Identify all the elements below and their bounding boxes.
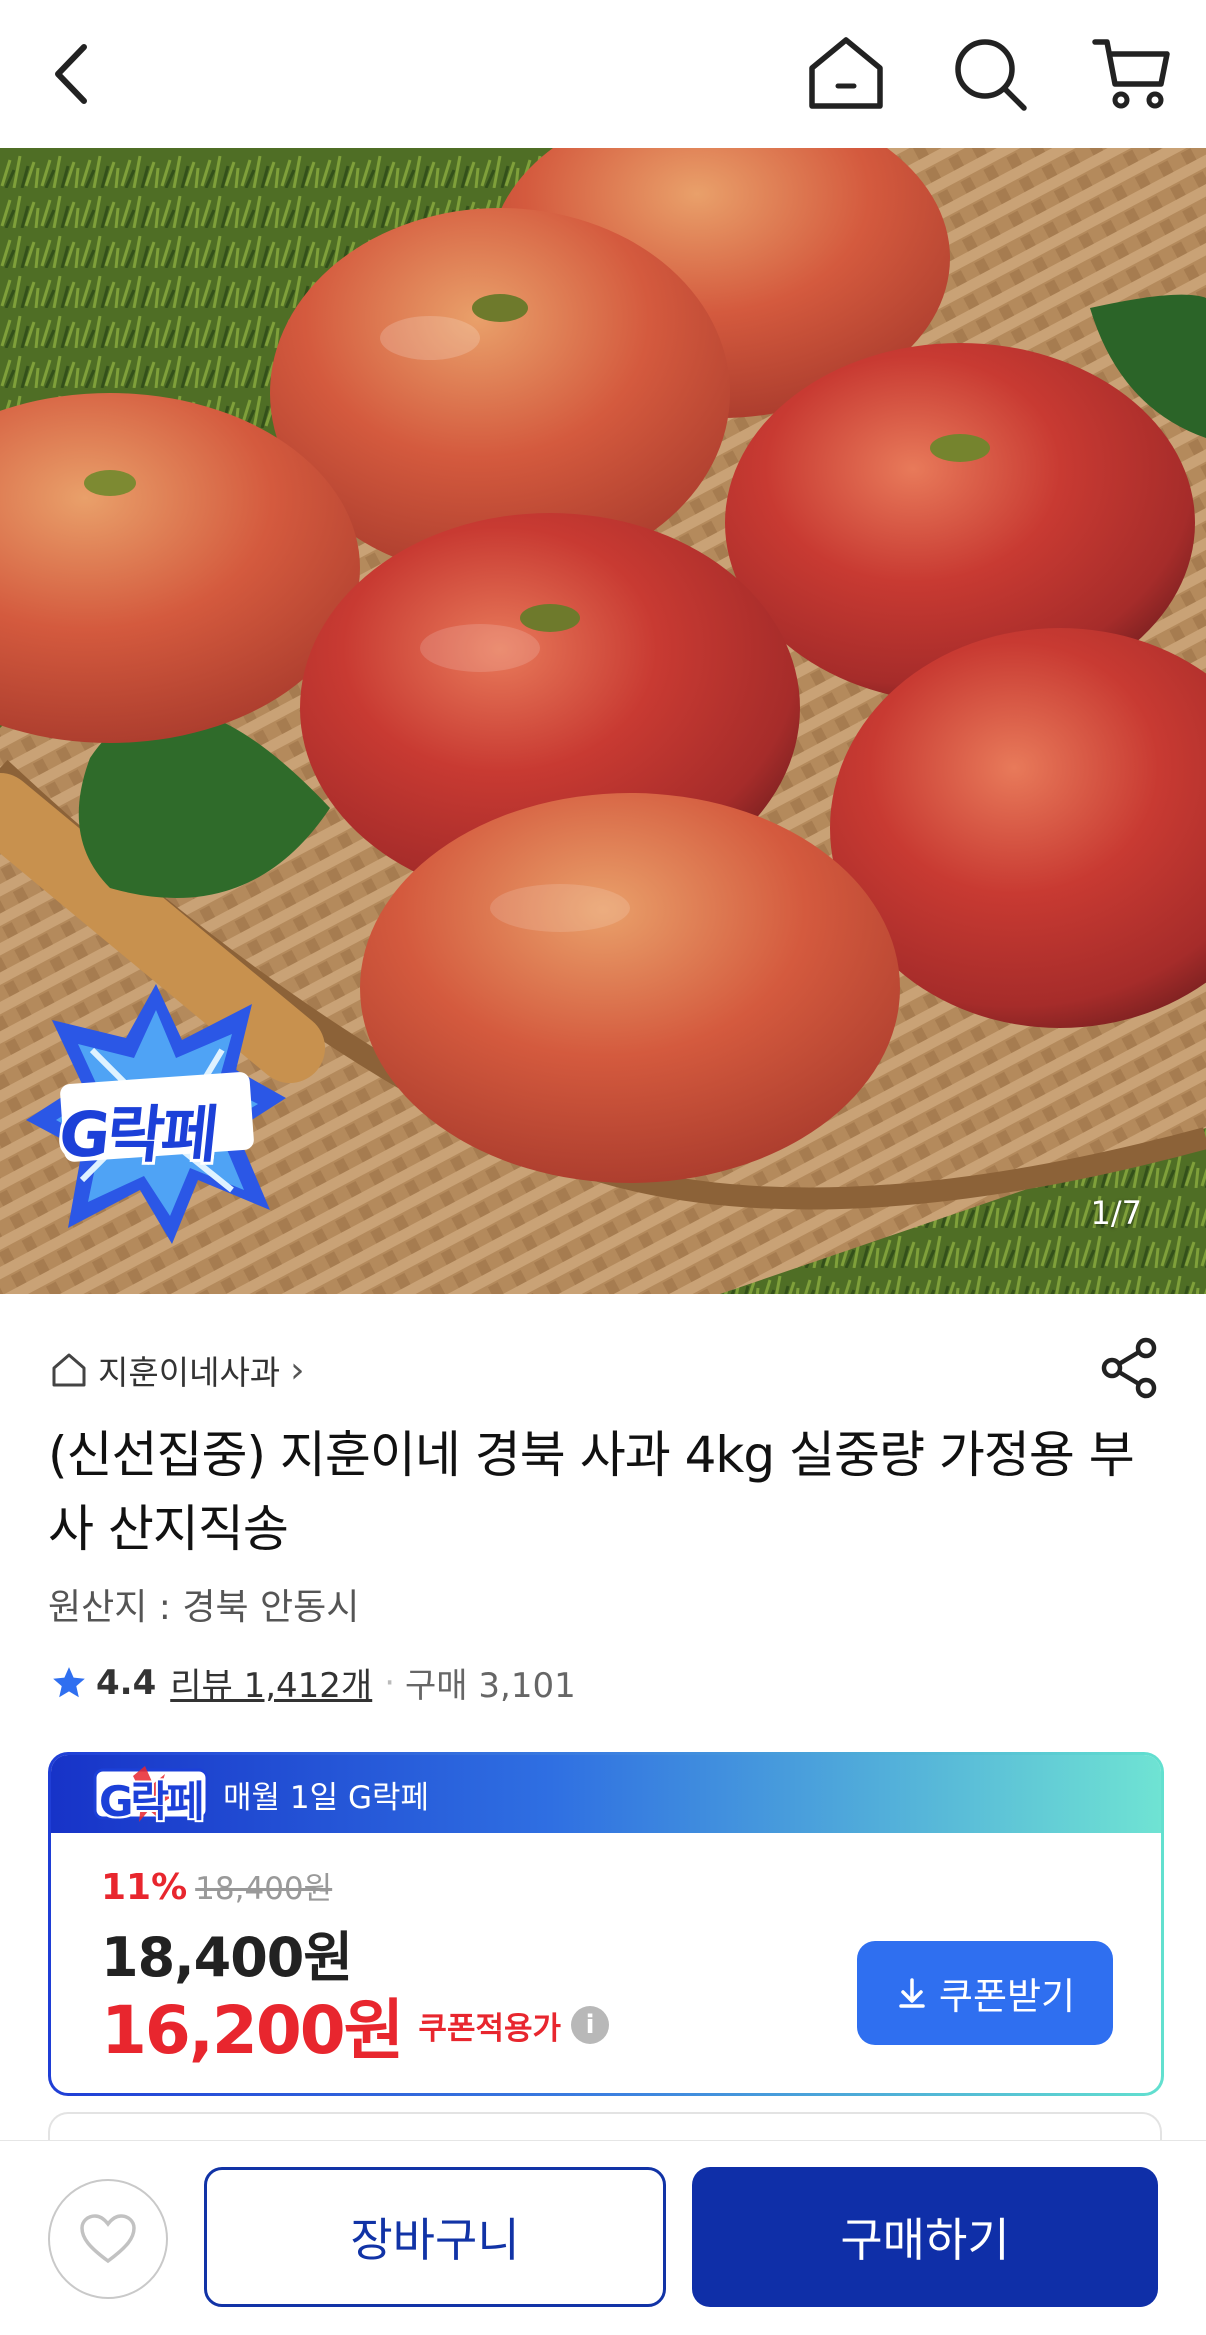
g-festa-badge: G락페	[22, 980, 290, 1248]
home-button[interactable]	[796, 24, 896, 124]
wishlist-button[interactable]	[48, 2179, 168, 2299]
top-nav	[0, 0, 1206, 148]
event-banner: G락페 매월 1일 G락페	[51, 1755, 1161, 1833]
cart-nav-button[interactable]	[1082, 24, 1182, 124]
store-name: 지훈이네사과	[98, 1353, 281, 1392]
bottom-action-bar: 장바구니 구매하기	[0, 2140, 1206, 2335]
product-image-gallery[interactable]: G락페 1/7	[0, 148, 1206, 1294]
home-icon	[809, 37, 883, 109]
g-festa-mini-badge: G락페	[93, 1766, 209, 1826]
rating-row: 4.4 리뷰 1,412개 · 구매 3,101	[50, 1658, 576, 1707]
coupon-button-label: 쿠폰받기	[938, 1975, 1076, 2018]
price-card: G락페 매월 1일 G락페 11% 18,400원 18,400원 16,200…	[48, 1752, 1164, 2096]
back-button[interactable]	[22, 24, 122, 124]
chevron-left-icon	[55, 44, 87, 104]
product-origin: 원산지 : 경북 안동시	[48, 1587, 360, 1628]
discount-percent: 11%	[101, 1867, 188, 1908]
get-coupon-button[interactable]: 쿠폰받기	[857, 1941, 1113, 2045]
cart-icon	[1092, 39, 1170, 109]
discount-row: 11% 18,400원	[101, 1863, 332, 1908]
add-to-cart-button[interactable]: 장바구니	[204, 2167, 666, 2307]
info-icon[interactable]: i	[571, 2006, 610, 2044]
search-icon	[955, 39, 1027, 111]
event-label: 매월 1일 G락페	[223, 1779, 430, 1816]
star-icon	[53, 1666, 85, 1697]
download-icon	[899, 1978, 925, 2008]
image-counter: 1/7	[1090, 1194, 1143, 1232]
coupon-price-row: 16,200원 쿠폰적용가 i	[101, 1977, 610, 2073]
original-price: 18,400원	[195, 1871, 333, 1907]
rating-score: 4.4	[96, 1662, 157, 1703]
store-home-icon	[52, 1353, 86, 1387]
coupon-price: 16,200원	[101, 1992, 404, 2069]
chevron-right-icon: ›	[290, 1349, 305, 1391]
heart-icon	[80, 2214, 136, 2264]
store-link[interactable]: 지훈이네사과 ›	[50, 1346, 305, 1394]
share-button[interactable]	[1098, 1336, 1162, 1400]
mini-badge-text: G락페	[99, 1777, 205, 1826]
badge-text: G락페	[55, 1098, 220, 1171]
separator-dot: ·	[384, 1662, 396, 1703]
buy-now-button[interactable]: 구매하기	[692, 2167, 1158, 2307]
coupon-price-label: 쿠폰적용가	[418, 2010, 562, 2047]
review-link[interactable]: 리뷰 1,412개	[170, 1658, 372, 1707]
purchase-count: 구매 3,101	[405, 1666, 576, 1706]
share-icon	[1101, 1337, 1157, 1399]
product-title: (신선집중) 지훈이네 경북 사과 4kg 실중량 가정용 부사 산지직송	[48, 1426, 1135, 1558]
search-button[interactable]	[940, 24, 1040, 124]
